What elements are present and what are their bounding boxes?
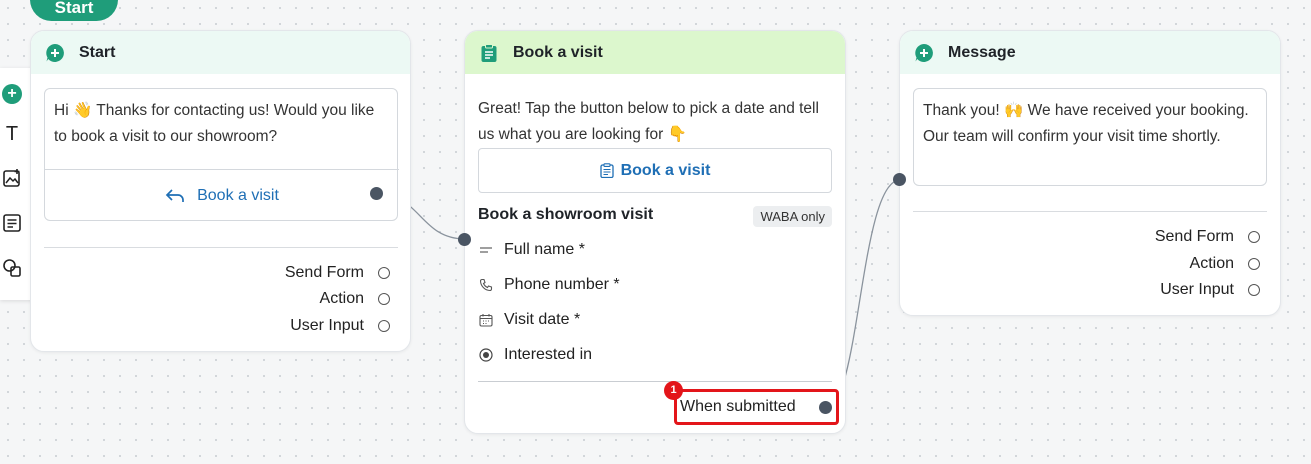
message-box[interactable]: Thank you! 🙌 We have received your booki… xyxy=(913,88,1267,186)
book-message-text: Great! Tap the button below to pick a da… xyxy=(478,100,819,143)
option-radio[interactable] xyxy=(1248,231,1260,243)
start-divider xyxy=(44,247,398,248)
option-user-input[interactable]: User Input xyxy=(290,317,390,335)
book-node-title: Book a visit xyxy=(513,43,603,61)
short-text-icon xyxy=(478,245,494,255)
image-add-icon[interactable] xyxy=(2,168,22,188)
message-node-title: Message xyxy=(948,43,1016,61)
form-field-phone: Phone number * xyxy=(478,276,620,294)
form-title: Book a showroom visit xyxy=(478,206,654,223)
option-action[interactable]: Action xyxy=(1190,255,1260,273)
form-field-full-name: Full name * xyxy=(478,241,585,259)
phone-icon xyxy=(478,278,494,292)
option-action[interactable]: Action xyxy=(320,290,390,308)
when-submitted-handle[interactable] xyxy=(819,401,832,414)
book-node-header: Book a visit xyxy=(465,31,845,74)
calendar-icon xyxy=(478,313,494,327)
option-radio[interactable] xyxy=(1248,284,1260,296)
quick-reply-label: Book a visit xyxy=(197,187,279,204)
form-field-visit-date: Visit date * xyxy=(478,311,580,329)
when-submitted-label: When submitted xyxy=(680,398,796,415)
message-plus-icon xyxy=(45,43,65,63)
option-user-input[interactable]: User Input xyxy=(1160,281,1260,299)
option-radio[interactable] xyxy=(378,320,390,332)
message-plus-icon xyxy=(914,43,934,63)
message-text: Thank you! 🙌 We have received your booki… xyxy=(923,102,1249,145)
option-send-form[interactable]: Send Form xyxy=(1155,228,1260,246)
message-node[interactable]: Message Thank you! 🙌 We have received yo… xyxy=(899,30,1281,316)
start-message-text: Hi 👋 Thanks for contacting us! Would you… xyxy=(54,102,375,145)
book-input-handle[interactable] xyxy=(458,233,471,246)
quick-reply-button[interactable]: Book a visit xyxy=(45,169,399,222)
shapes-icon[interactable] xyxy=(2,258,22,278)
start-output-handle[interactable] xyxy=(370,187,383,200)
radio-icon xyxy=(478,348,494,362)
document-icon[interactable] xyxy=(2,213,22,233)
option-radio[interactable] xyxy=(378,267,390,279)
waba-only-badge: WABA only xyxy=(753,206,832,227)
add-node-icon[interactable]: + xyxy=(2,84,22,104)
option-radio[interactable] xyxy=(1248,258,1260,270)
start-pill-button[interactable]: Start xyxy=(30,0,118,21)
start-node[interactable]: Start Hi 👋 Thanks for contacting us! Wou… xyxy=(30,30,411,352)
start-message-box[interactable]: Hi 👋 Thanks for contacting us! Would you… xyxy=(44,88,399,222)
text-icon[interactable]: T xyxy=(2,123,22,145)
book-visit-node[interactable]: Book a visit Great! Tap the button below… xyxy=(464,30,846,434)
book-visit-button-label: Book a visit xyxy=(620,161,711,179)
clipboard-icon xyxy=(599,163,614,178)
when-submitted-output[interactable]: When submitted xyxy=(674,389,839,425)
option-radio[interactable] xyxy=(378,293,390,305)
message-input-handle[interactable] xyxy=(893,173,906,186)
book-divider xyxy=(478,381,832,382)
message-divider xyxy=(913,211,1267,212)
book-visit-button[interactable]: Book a visit xyxy=(478,148,832,193)
clipboard-icon xyxy=(479,43,499,63)
option-send-form[interactable]: Send Form xyxy=(285,264,390,282)
form-field-interested-in: Interested in xyxy=(478,346,592,364)
reply-arrow-icon xyxy=(165,188,185,204)
annotation-marker: 1 xyxy=(664,381,683,400)
message-node-header: Message xyxy=(900,31,1280,74)
start-node-title: Start xyxy=(79,43,116,61)
start-node-header: Start xyxy=(31,31,410,74)
